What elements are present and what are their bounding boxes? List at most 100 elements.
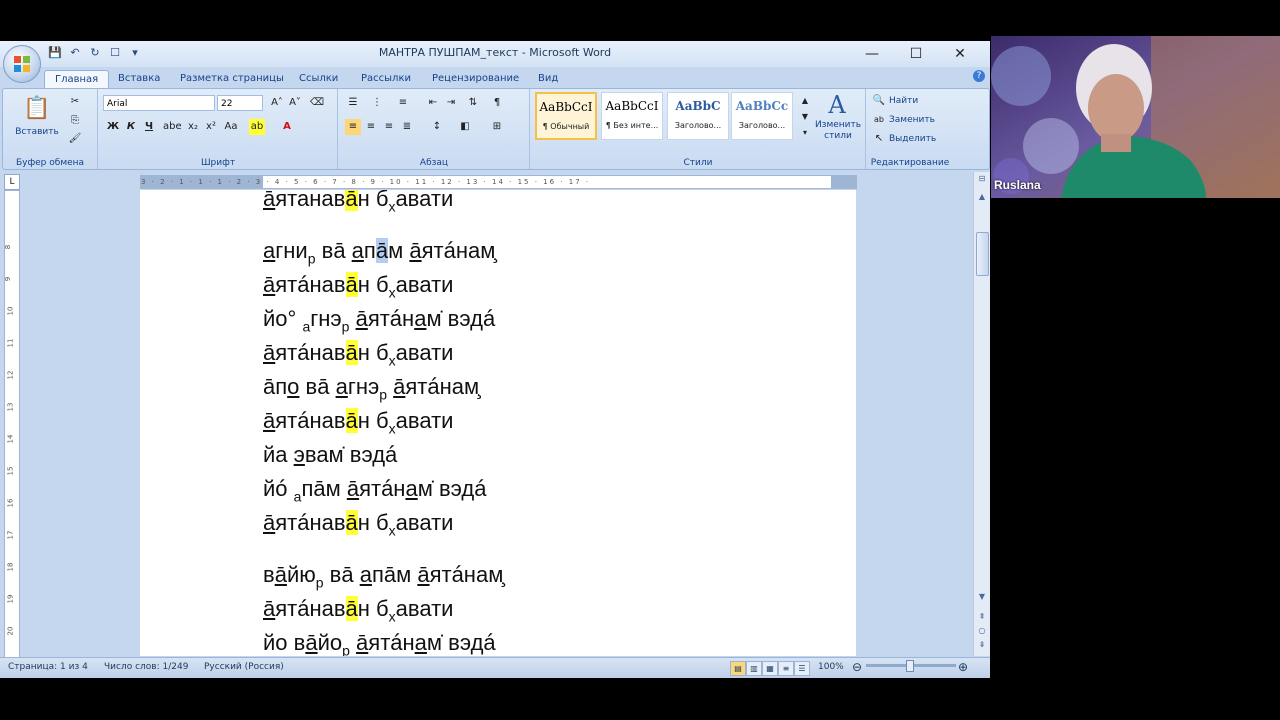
align-right-icon[interactable]: ≡ bbox=[381, 119, 397, 135]
zoom-slider[interactable] bbox=[866, 660, 956, 672]
tab-mailings[interactable]: Рассылки bbox=[361, 70, 411, 88]
document-line[interactable]: йа эвам̇ вэдá bbox=[263, 442, 397, 468]
strikethrough-icon[interactable]: abe bbox=[163, 119, 182, 135]
underline-button[interactable]: Ч bbox=[141, 119, 157, 135]
find-button[interactable]: Найти bbox=[889, 96, 918, 106]
subscript-icon[interactable]: x₂ bbox=[185, 119, 201, 135]
paste-button-label[interactable]: Вставить bbox=[13, 127, 61, 137]
tab-references[interactable]: Ссылки bbox=[299, 70, 338, 88]
font-size-select[interactable]: 22 bbox=[217, 95, 263, 111]
change-styles-label-2[interactable]: стили bbox=[811, 131, 865, 141]
style-heading-2[interactable]: AaBbCc Заголово... bbox=[731, 92, 793, 140]
shrink-font-icon[interactable]: A˅ bbox=[287, 95, 303, 111]
document-line[interactable]: āятанавāн бхавати bbox=[263, 190, 453, 214]
clear-format-icon[interactable]: ⌫ bbox=[309, 95, 325, 111]
find-icon[interactable]: 🔍 bbox=[871, 93, 887, 109]
change-styles-label-1[interactable]: Изменить bbox=[811, 120, 865, 130]
scroll-up-icon[interactable]: ▲ bbox=[974, 192, 990, 201]
replace-button[interactable]: Заменить bbox=[889, 115, 935, 125]
grow-font-icon[interactable]: A˄ bbox=[269, 95, 285, 111]
borders-icon[interactable]: ⊞ bbox=[489, 119, 505, 135]
align-left-icon[interactable]: ≡ bbox=[345, 119, 361, 135]
vertical-ruler-number: 20 bbox=[6, 626, 15, 636]
tab-page-layout[interactable]: Разметка страницы bbox=[180, 70, 284, 88]
tab-home[interactable]: Главная bbox=[44, 70, 110, 89]
align-center-icon[interactable]: ≡ bbox=[363, 119, 379, 135]
font-name-select[interactable]: Arial bbox=[103, 95, 215, 111]
change-case-icon[interactable]: Aa bbox=[223, 119, 239, 135]
document-line[interactable]: агнир вā апāм āятáнам̧ bbox=[263, 238, 495, 266]
document-line[interactable]: йó апāм āятáнам̇ вэдá bbox=[263, 476, 486, 504]
office-button[interactable] bbox=[3, 45, 41, 83]
shading-icon[interactable]: ◧ bbox=[457, 119, 473, 135]
draft-view-icon[interactable]: ☰ bbox=[794, 661, 810, 676]
superscript-icon[interactable]: x² bbox=[203, 119, 219, 135]
document-line[interactable]: вāйюр вā апāм āятáнам̧ bbox=[263, 562, 503, 590]
decrease-indent-icon[interactable]: ⇤ bbox=[425, 95, 441, 111]
participant-name: Ruslana bbox=[994, 178, 1041, 192]
copy-icon[interactable]: ⎘ bbox=[67, 113, 83, 129]
zoom-in-icon[interactable]: ⊕ bbox=[958, 660, 968, 674]
document-line[interactable]: āятáнавāн бхавати bbox=[263, 510, 453, 538]
page-count[interactable]: Страница: 1 из 4 bbox=[8, 662, 88, 672]
tab-view[interactable]: Вид bbox=[538, 70, 558, 88]
highlight-icon[interactable]: ab bbox=[249, 119, 265, 135]
document-line[interactable]: āятáнавāн бхавати bbox=[263, 596, 453, 624]
vertical-scrollbar[interactable]: ⊟ ▲ ▼ ⇞ ○ ⇟ bbox=[973, 172, 990, 656]
browse-object-icon[interactable]: ○ bbox=[974, 626, 990, 635]
zoom-out-icon[interactable]: ⊖ bbox=[852, 660, 862, 674]
document-line[interactable]: āятáнавāн бхавати bbox=[263, 272, 453, 300]
document-line[interactable]: йо° агнэр āятáнам̇ вэдá bbox=[263, 306, 495, 334]
ruler-toggle-icon[interactable]: ⊟ bbox=[974, 174, 990, 183]
next-page-icon[interactable]: ⇟ bbox=[974, 640, 990, 649]
maximize-button[interactable]: ☐ bbox=[894, 43, 938, 65]
vertical-ruler-number: 13 bbox=[6, 402, 15, 412]
close-button[interactable]: ✕ bbox=[938, 43, 982, 65]
zoom-slider-thumb[interactable] bbox=[906, 660, 914, 672]
document-page[interactable]: āятанавāн бхавати агнир вā апāм āятáнам̧ ā… bbox=[140, 190, 856, 656]
tab-insert[interactable]: Вставка bbox=[118, 70, 160, 88]
select-button[interactable]: Выделить bbox=[889, 134, 936, 144]
justify-icon[interactable]: ≣ bbox=[399, 119, 415, 135]
print-layout-icon[interactable]: ▤ bbox=[730, 661, 746, 676]
show-marks-icon[interactable]: ¶ bbox=[489, 95, 505, 111]
document-line[interactable]: āпо вā агнэр āятáнам̧ bbox=[263, 374, 479, 402]
horizontal-ruler[interactable]: L 3 · 2 · 1 · 1 · 1 · 2 · 3 · 4 · 5 · 6 … bbox=[0, 172, 990, 190]
styles-scroll-up-icon[interactable]: ▲ bbox=[797, 93, 813, 109]
line-spacing-icon[interactable]: ↕ bbox=[429, 119, 445, 135]
document-line[interactable]: йо вāйор āятáнам̇ вэдá bbox=[263, 630, 496, 656]
increase-indent-icon[interactable]: ⇥ bbox=[443, 95, 459, 111]
change-styles-icon[interactable]: A bbox=[823, 91, 851, 119]
scroll-down-icon[interactable]: ▼ bbox=[974, 592, 990, 601]
sort-icon[interactable]: ⇅ bbox=[465, 95, 481, 111]
web-layout-icon[interactable]: ▦ bbox=[762, 661, 778, 676]
style-no-spacing[interactable]: AaBbCcI ¶ Без инте... bbox=[601, 92, 663, 140]
prev-page-icon[interactable]: ⇞ bbox=[974, 612, 990, 621]
full-screen-reading-icon[interactable]: ▥ bbox=[746, 661, 762, 676]
help-icon[interactable]: ? bbox=[973, 70, 985, 82]
style-normal[interactable]: AaBbCcI ¶ Обычный bbox=[535, 92, 597, 140]
document-line[interactable]: āятáнавāн бхавати bbox=[263, 408, 453, 436]
tab-selector-icon[interactable]: L bbox=[4, 174, 20, 190]
outline-view-icon[interactable]: ≡ bbox=[778, 661, 794, 676]
window-controls: — ☐ ✕ bbox=[850, 43, 982, 65]
cut-icon[interactable]: ✂ bbox=[67, 94, 83, 110]
bold-button[interactable]: Ж bbox=[105, 119, 121, 135]
select-icon[interactable]: ↖ bbox=[871, 131, 887, 147]
language-indicator[interactable]: Русский (Россия) bbox=[204, 662, 284, 672]
multilevel-list-icon[interactable]: ≡ bbox=[395, 95, 411, 111]
style-heading-1[interactable]: AaBbC Заголово... bbox=[667, 92, 729, 140]
bullets-icon[interactable]: ☰ bbox=[345, 95, 361, 111]
paste-icon[interactable]: 📋 bbox=[23, 95, 51, 123]
minimize-button[interactable]: — bbox=[850, 43, 894, 65]
replace-icon[interactable]: ab bbox=[871, 112, 887, 128]
document-line[interactable]: āятáнавāн бхавати bbox=[263, 340, 453, 368]
font-color-icon[interactable]: A bbox=[279, 119, 295, 135]
tab-review[interactable]: Рецензирование bbox=[432, 70, 519, 88]
word-count[interactable]: Число слов: 1/249 bbox=[104, 662, 188, 672]
zoom-level[interactable]: 100% bbox=[818, 662, 844, 672]
numbering-icon[interactable]: ⋮ bbox=[369, 95, 385, 111]
format-painter-icon[interactable]: 🖌 bbox=[67, 131, 83, 147]
scroll-thumb[interactable] bbox=[976, 232, 989, 276]
italic-button[interactable]: К bbox=[123, 119, 139, 135]
